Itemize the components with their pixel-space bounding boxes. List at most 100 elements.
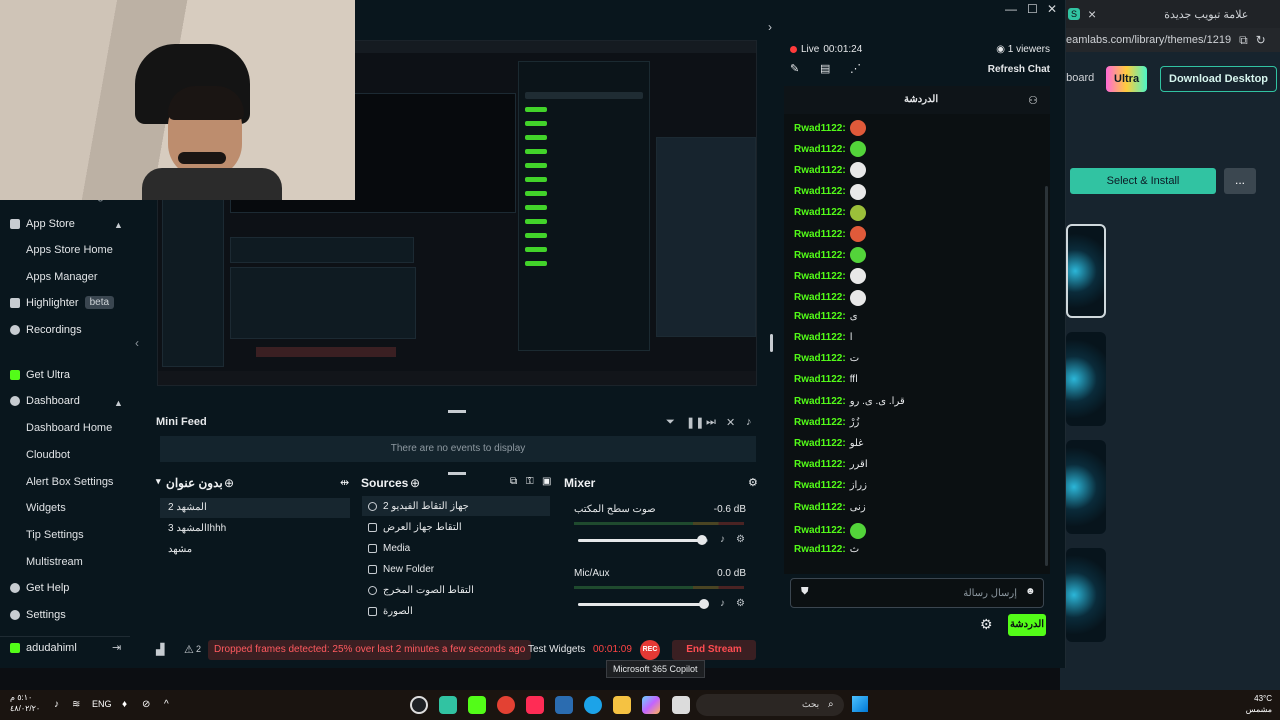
theme-thumbnail[interactable] xyxy=(1066,548,1106,642)
chat-username[interactable]: Rwad1122: xyxy=(794,502,846,513)
sidebar-item-get-ultra[interactable]: Get Ultra xyxy=(10,369,70,381)
share-icon[interactable]: ⋰ xyxy=(850,62,861,75)
file-explorer-icon[interactable] xyxy=(613,696,631,714)
kick-icon[interactable] xyxy=(468,696,486,714)
end-stream-button[interactable]: End Stream xyxy=(672,640,756,660)
scene-item[interactable]: مشهد xyxy=(160,540,350,560)
source-item[interactable]: Media xyxy=(362,538,550,558)
download-desktop-button[interactable]: Download Desktop xyxy=(1160,66,1278,92)
source-item[interactable]: التقاط جهاز العرض xyxy=(362,517,550,537)
sidebar-item-recordings[interactable]: Recordings xyxy=(10,324,82,336)
address-bar[interactable]: eamlabs.com/library/themes/1219 ⧉ ↻ xyxy=(1060,28,1280,52)
scene-transition-icon[interactable]: ⇹ xyxy=(340,476,349,489)
chat-username[interactable]: Rwad1122: xyxy=(794,396,846,407)
theme-thumbnail[interactable] xyxy=(1066,224,1106,318)
refresh-chat-button[interactable]: Refresh Chat xyxy=(988,64,1050,75)
minimize-icon[interactable]: — xyxy=(1005,2,1017,16)
lock-icon[interactable]: ⚿ xyxy=(526,476,534,487)
chat-username[interactable]: Rwad1122: xyxy=(794,229,846,240)
chat-username[interactable]: Rwad1122: xyxy=(794,123,846,134)
chat-username[interactable]: Rwad1122: xyxy=(794,311,846,322)
sidebar-item-alert-box[interactable]: Alert Box Settings xyxy=(26,476,113,488)
volume-slider-knob[interactable] xyxy=(696,535,707,545)
performance-icon[interactable]: ▟ xyxy=(156,643,164,656)
sidebar-item-highlighter[interactable]: Highlighter beta xyxy=(10,296,115,309)
dropped-frames-warning[interactable]: Dropped frames detected: 25% over last 2… xyxy=(208,640,532,660)
source-item[interactable]: New Folder xyxy=(362,559,550,579)
volume-icon[interactable]: ♪ xyxy=(720,598,725,609)
chat-username[interactable]: Rwad1122: xyxy=(794,186,846,197)
select-install-button[interactable]: Select & Install xyxy=(1070,168,1216,194)
obs-icon[interactable] xyxy=(410,696,428,714)
close-tab-icon[interactable]: × xyxy=(1088,6,1096,22)
sidebar-item-dashboard[interactable]: Dashboard xyxy=(10,395,80,407)
more-options-button[interactable]: ... xyxy=(1224,168,1256,194)
close-window-icon[interactable]: ✕ xyxy=(1047,2,1057,16)
chevron-up-icon[interactable]: ▲ xyxy=(114,398,123,408)
send-chat-button[interactable]: الدردشة xyxy=(1008,614,1046,636)
user-account[interactable]: adudahiml ⇥ xyxy=(0,636,130,658)
chat-username[interactable]: Rwad1122: xyxy=(794,525,846,536)
copilot-icon[interactable] xyxy=(642,696,660,714)
sidebar-item-apps-manager[interactable]: Apps Manager xyxy=(26,271,98,283)
skip-icon[interactable]: ⏭ xyxy=(706,416,716,429)
url-text[interactable]: eamlabs.com/library/themes/1219 xyxy=(1066,34,1231,46)
chrome-icon[interactable] xyxy=(497,696,515,714)
chevron-up-icon[interactable]: ▲ xyxy=(114,220,123,230)
gear-icon[interactable]: ⚙ xyxy=(736,534,745,545)
mute-alerts-icon[interactable]: ✕ xyxy=(726,416,735,429)
properties-icon[interactable]: ▣ xyxy=(542,476,551,487)
emoji-icon[interactable]: ☻ xyxy=(1025,586,1036,597)
scenes-chevron-icon[interactable]: ▾ xyxy=(156,476,161,487)
volume-slider-knob[interactable] xyxy=(699,599,710,609)
weather-widget[interactable]: 43°C مشمس xyxy=(1246,693,1272,715)
volume-icon[interactable]: ♪ xyxy=(746,416,752,428)
camera-off-icon[interactable]: ⊘ xyxy=(142,699,150,710)
chat-tab[interactable]: الدردشة xyxy=(904,94,938,105)
reload-icon[interactable]: ↻ xyxy=(1256,33,1266,47)
speaker-icon[interactable]: ♪ xyxy=(54,699,59,710)
chat-settings-icon[interactable]: ⚙ xyxy=(980,616,993,633)
edge-icon[interactable] xyxy=(584,696,602,714)
test-widgets-button[interactable]: Test Widgets xyxy=(528,644,585,655)
expand-chat-icon[interactable]: › xyxy=(768,20,772,34)
resize-handle[interactable] xyxy=(448,410,466,413)
task-view-icon[interactable] xyxy=(672,696,690,714)
language-indicator[interactable]: ENG xyxy=(92,699,112,709)
add-scene-icon[interactable]: ⊕ xyxy=(224,476,234,490)
chat-message-input[interactable] xyxy=(817,585,1017,601)
chat-username[interactable]: Rwad1122: xyxy=(794,353,846,364)
windows-start-icon[interactable] xyxy=(852,696,868,712)
chat-username[interactable]: Rwad1122: xyxy=(794,250,846,261)
sidebar-item-apps-store-home[interactable]: Apps Store Home xyxy=(26,244,113,256)
volume-slider[interactable] xyxy=(578,535,708,545)
chat-username[interactable]: Rwad1122: xyxy=(794,544,846,555)
chat-username[interactable]: Rwad1122: xyxy=(794,271,846,282)
chat-username[interactable]: Rwad1122: xyxy=(794,292,846,303)
source-item[interactable]: جهاز التقاط الفيديو 2 xyxy=(362,496,550,516)
store-icon[interactable] xyxy=(555,696,573,714)
filter-icon[interactable]: ⏷ xyxy=(666,416,675,429)
sidebar-item-app-store[interactable]: App Store xyxy=(10,218,75,230)
search-icon[interactable]: ⌕ xyxy=(828,699,834,710)
tiktok-icon[interactable] xyxy=(526,696,544,714)
user-settings-icon[interactable]: ⚇ xyxy=(1028,94,1038,107)
logout-icon[interactable]: ⇥ xyxy=(112,641,121,654)
chat-username[interactable]: Rwad1122: xyxy=(794,438,846,449)
sidebar-item-widgets[interactable]: Widgets xyxy=(26,502,66,514)
chat-username[interactable]: Rwad1122: xyxy=(794,144,846,155)
scene-item[interactable]: المشهد 3Ihhh xyxy=(160,519,350,539)
chat-scrollbar[interactable] xyxy=(1045,186,1048,566)
scene-collection-title[interactable]: بدون عنوان xyxy=(166,476,223,490)
volume-icon[interactable]: ♪ xyxy=(720,534,725,545)
shield-icon[interactable]: ⛊ xyxy=(801,586,809,597)
rec-button[interactable]: REC xyxy=(640,640,660,660)
clip-icon[interactable]: ▤ xyxy=(820,62,830,75)
chat-username[interactable]: Rwad1122: xyxy=(794,207,846,218)
gear-icon[interactable]: ⚙ xyxy=(736,598,745,609)
chat-input-box[interactable]: ⛊ ☻ xyxy=(790,578,1044,608)
sidebar-item-settings[interactable]: Settings xyxy=(10,609,66,621)
sidebar-item-tip-settings[interactable]: Tip Settings xyxy=(26,529,84,541)
sidebar-item-dashboard-home[interactable]: Dashboard Home xyxy=(26,422,112,434)
mic-icon[interactable]: ♦ xyxy=(122,699,127,710)
